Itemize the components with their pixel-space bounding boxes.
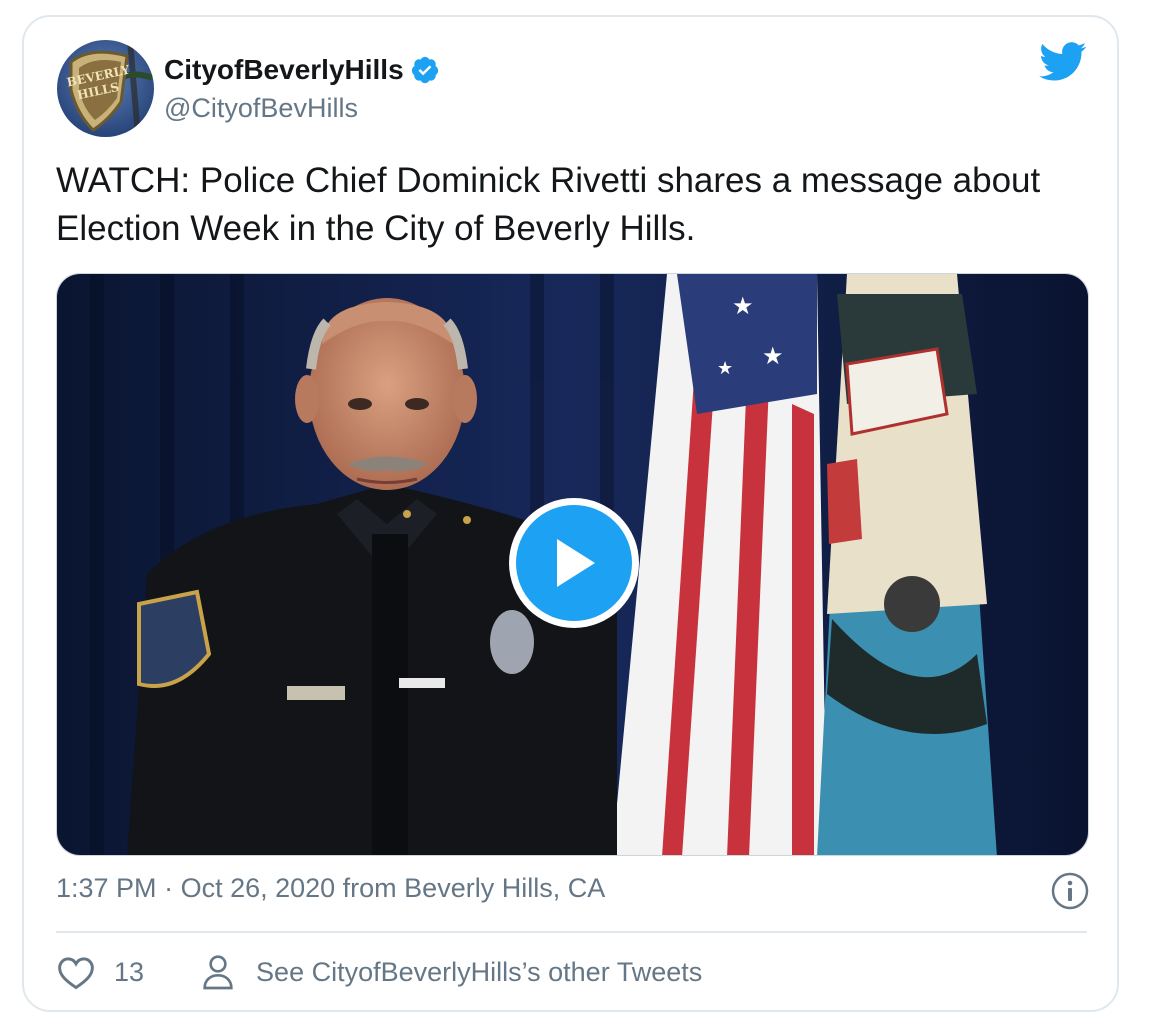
- tweet-text: WATCH: Police Chief Dominick Rivetti sha…: [56, 161, 1041, 248]
- account-name-label[interactable]: CityofBeverlyHills: [164, 54, 404, 86]
- person-icon: [203, 955, 233, 990]
- verified-badge-icon: [411, 56, 438, 84]
- tweet-source[interactable]: from Beverly Hills, CA: [335, 873, 606, 903]
- account-handle[interactable]: @CityofBevHills: [164, 93, 358, 124]
- twitter-bird-icon[interactable]: [1039, 42, 1087, 82]
- info-icon[interactable]: [1051, 872, 1089, 910]
- like-button[interactable]: 13: [56, 954, 144, 990]
- divider: [56, 931, 1087, 933]
- meta-separator: ·: [156, 873, 181, 903]
- heart-icon: [58, 957, 94, 990]
- tweet-date[interactable]: Oct 26, 2020: [181, 873, 336, 903]
- video-player[interactable]: ★ ★ ★: [56, 273, 1089, 856]
- svg-text:★: ★: [717, 358, 733, 379]
- svg-text:★: ★: [732, 292, 754, 320]
- other-tweets-link[interactable]: See CityofBeverlyHills’s other Tweets: [202, 953, 702, 991]
- tweet-meta: 1:37 PM · Oct 26, 2020 from Beverly Hill…: [56, 873, 605, 904]
- play-button[interactable]: [509, 498, 639, 628]
- account-name[interactable]: CityofBeverlyHills: [164, 54, 440, 86]
- play-icon: [557, 539, 595, 587]
- other-tweets-label[interactable]: See CityofBeverlyHills’s other Tweets: [256, 957, 702, 988]
- tweet-time[interactable]: 1:37 PM: [56, 873, 157, 903]
- like-count: 13: [114, 956, 145, 987]
- tweet-card: BEVERLY HILLS CityofBeverlyHills @Cityof…: [22, 15, 1119, 1012]
- avatar[interactable]: BEVERLY HILLS: [57, 40, 154, 137]
- svg-text:★: ★: [762, 342, 784, 370]
- tweet-actions: 13 See CityofBeverlyHills’s other Tweets: [56, 953, 702, 991]
